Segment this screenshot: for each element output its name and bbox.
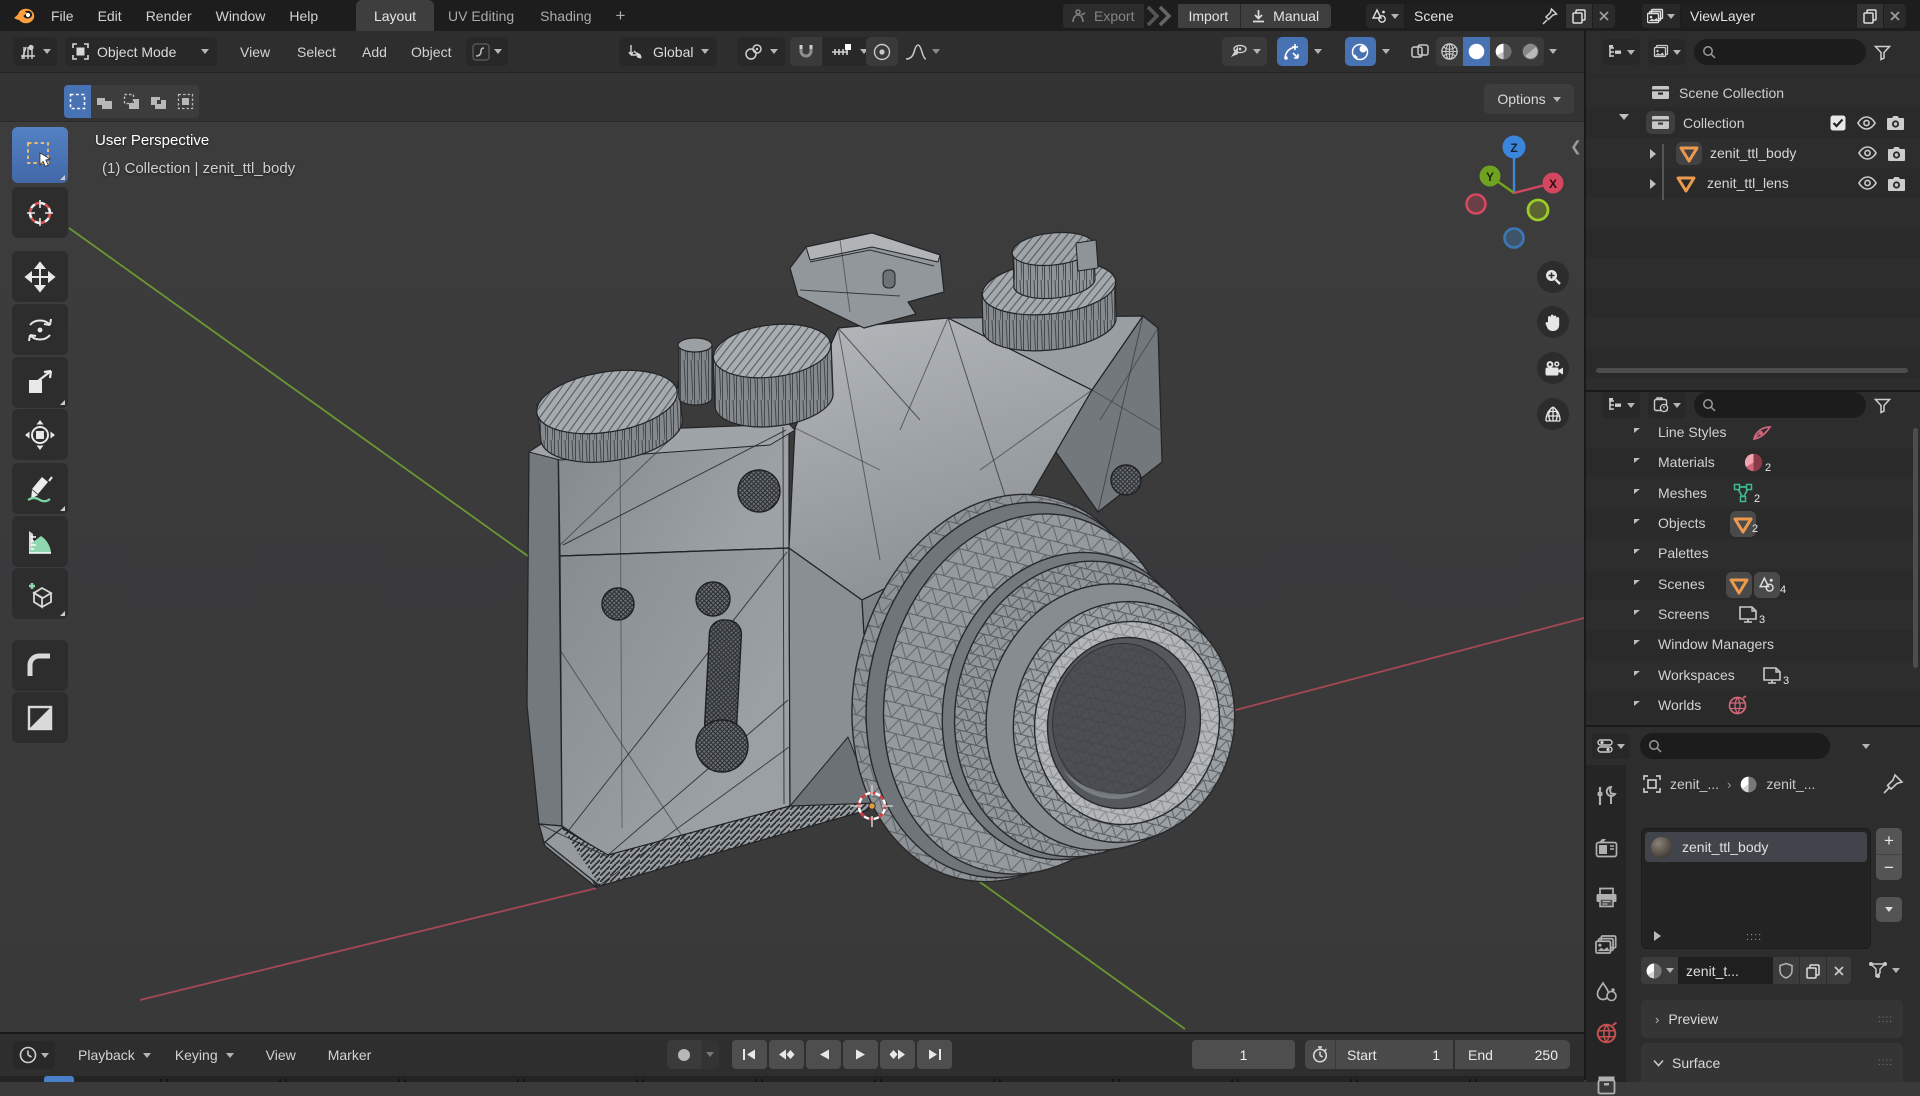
svg-text:Z: Z <box>1510 141 1517 155</box>
svg-text:Y: Y <box>1486 170 1494 184</box>
svg-text:X: X <box>1549 177 1557 191</box>
